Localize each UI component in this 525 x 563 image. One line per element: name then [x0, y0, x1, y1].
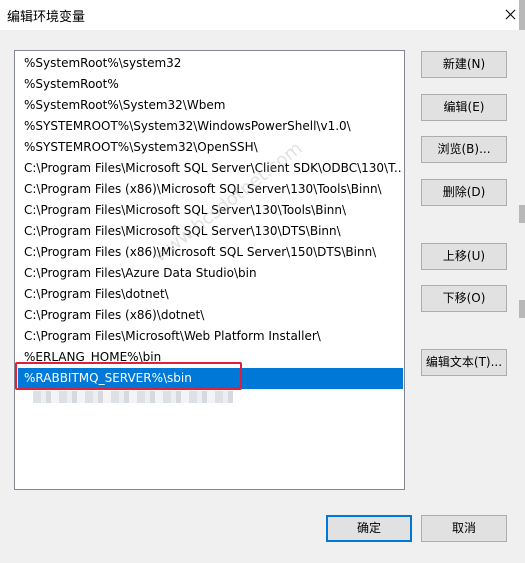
path-list-item[interactable]: C:\Program Files\Microsoft SQL Server\13… — [18, 221, 403, 242]
path-list-item[interactable]: C:\Program Files\Microsoft SQL Server\13… — [18, 200, 403, 221]
path-list-item-obscured[interactable] — [18, 389, 403, 410]
path-list-item[interactable]: C:\Program Files (x86)\Microsoft SQL Ser… — [18, 242, 403, 263]
delete-button[interactable]: 删除(D) — [421, 179, 507, 206]
right-edge-shadow — [519, 205, 525, 223]
right-edge-shadow — [519, 300, 525, 318]
move-up-button[interactable]: 上移(U) — [421, 243, 507, 270]
path-list-item[interactable]: %SYSTEMROOT%\System32\WindowsPowerShell\… — [18, 116, 403, 137]
path-list-item[interactable]: C:\Program Files\Microsoft SQL Server\Cl… — [18, 158, 403, 179]
right-edge-shadow — [519, 0, 525, 30]
edit-text-button[interactable]: 编辑文本(T)... — [421, 349, 507, 376]
path-list-item[interactable]: %RABBITMQ_SERVER%\sbin — [18, 368, 403, 389]
path-list-item[interactable]: C:\Program Files (x86)\dotnet\ — [18, 305, 403, 326]
path-list-item[interactable]: %SystemRoot%\system32 — [18, 53, 403, 74]
browse-button[interactable]: 浏览(B)... — [421, 136, 507, 163]
window-title: 编辑环境变量 — [7, 10, 86, 25]
path-list[interactable]: %SystemRoot%\system32 %SystemRoot% %System… — [14, 50, 405, 490]
path-list-item[interactable]: C:\Program Files\dotnet\ — [18, 284, 403, 305]
move-down-button[interactable]: 下移(O) — [421, 285, 507, 312]
new-button[interactable]: 新建(N) — [421, 51, 507, 78]
path-list-item[interactable]: %SYSTEMROOT%\System32\OpenSSH\ — [18, 137, 403, 158]
path-list-item[interactable]: C:\Program Files (x86)\Microsoft SQL Ser… — [18, 179, 403, 200]
edit-button[interactable]: 编辑(E) — [421, 94, 507, 121]
path-list-item[interactable]: %SystemRoot%\System32\Wbem — [18, 95, 403, 116]
redaction-mask — [33, 391, 233, 403]
path-list-item[interactable]: %ERLANG_HOME%\bin — [18, 347, 403, 368]
ok-button[interactable]: 确定 — [326, 515, 412, 542]
cancel-button[interactable]: 取消 — [421, 515, 507, 542]
path-list-item[interactable]: C:\Program Files\Azure Data Studio\bin — [18, 263, 403, 284]
path-list-item[interactable]: C:\Program Files\Microsoft\Web Platform … — [18, 326, 403, 347]
path-list-item[interactable]: %SystemRoot% — [18, 74, 403, 95]
title-bar: 编辑环境变量 — [0, 0, 525, 30]
